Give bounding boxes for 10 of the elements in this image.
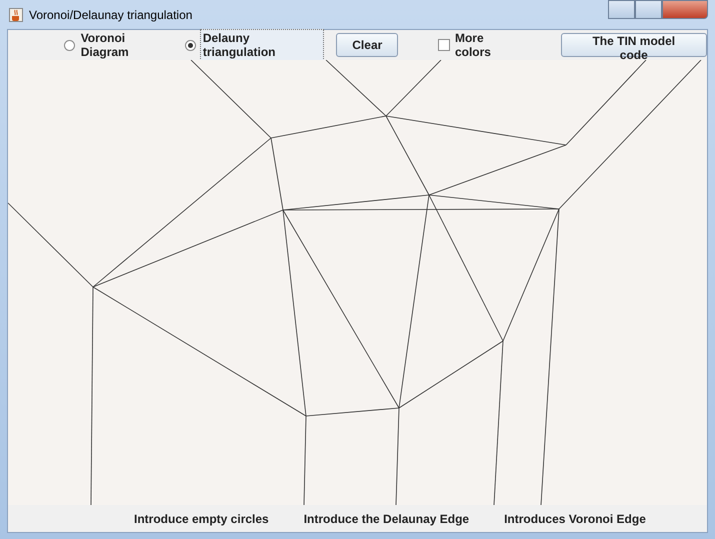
option-label[interactable]: Introduce empty circles — [134, 512, 269, 526]
option-label[interactable]: Introduces Voronoi Edge — [504, 512, 646, 526]
window-title: Voronoi/Delaunay triangulation — [29, 8, 192, 22]
close-icon[interactable] — [662, 0, 708, 19]
more-colors-checkbox[interactable]: More colors — [438, 31, 521, 59]
mode-radio[interactable]: Voronoi Diagram — [64, 30, 176, 60]
cup-icon — [9, 8, 23, 22]
clear-button[interactable]: Clear — [336, 33, 398, 57]
option-label[interactable]: Introduce the Delaunay Edge — [304, 512, 470, 526]
code-button[interactable]: The TIN model code — [560, 33, 707, 57]
